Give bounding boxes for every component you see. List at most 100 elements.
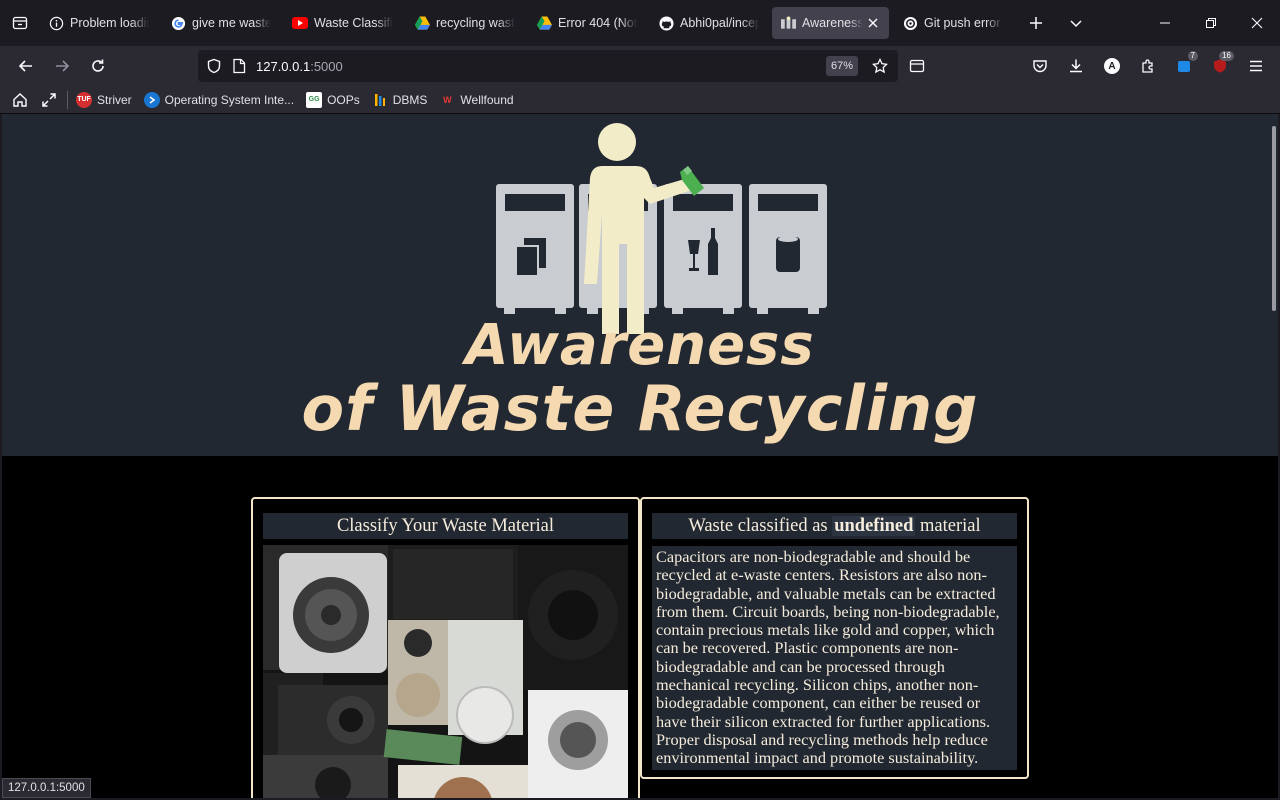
tab-bar: Problem loadin give me waste Waste Class… xyxy=(0,0,1280,46)
can-bin-icon xyxy=(749,184,827,314)
url-host: 127.0.0.1 xyxy=(256,58,311,74)
hamburger-menu-icon xyxy=(1250,60,1262,72)
toolbar-right-icons: A 7 16 xyxy=(1022,46,1280,86)
bookmark-dbms[interactable]: DBMS xyxy=(372,88,428,112)
tab-title: recycling waste xyxy=(436,16,515,30)
extension-badge-count: 7 xyxy=(1187,51,1198,61)
page-scrollbar[interactable] xyxy=(1272,126,1276,311)
restore-button[interactable] xyxy=(1188,0,1234,46)
sidebar-layout-icon xyxy=(909,59,925,73)
pocket-icon xyxy=(1033,60,1047,73)
os-icon xyxy=(143,91,160,108)
info-icon xyxy=(48,15,64,31)
reload-icon xyxy=(92,59,104,72)
tab-drive-error[interactable]: Error 404 (Not xyxy=(528,7,645,39)
hero-title-line1: Awareness xyxy=(465,313,815,378)
back-button[interactable] xyxy=(8,50,44,82)
shield-icon[interactable] xyxy=(206,58,222,74)
puzzle-icon xyxy=(1142,59,1153,73)
hero-title-line2: of Waste Recycling xyxy=(301,372,979,445)
tab-title: Waste Classific xyxy=(314,16,393,30)
page-viewport[interactable]: Awareness of Waste Recycling Classify Yo… xyxy=(2,114,1278,798)
gfg-icon: GG xyxy=(306,91,323,108)
bookmark-label: Striver xyxy=(97,92,132,107)
tab-problem-loading[interactable]: Problem loadin xyxy=(40,7,157,39)
speakers-photo xyxy=(263,545,628,798)
home-icon xyxy=(13,92,27,107)
tab-awareness-active[interactable]: Awareness c xyxy=(772,7,889,39)
home-button[interactable] xyxy=(5,84,35,116)
minimize-icon xyxy=(1160,22,1170,24)
tab-google-search[interactable]: give me waste xyxy=(162,7,279,39)
bookmark-label: DBMS xyxy=(392,92,428,107)
recycle-page-icon xyxy=(780,15,796,31)
bookmark-operating-system[interactable]: Operating System Inte... xyxy=(143,88,295,112)
tab-drive-recycling[interactable]: recycling waste xyxy=(406,7,523,39)
extension-button-2[interactable]: 16 xyxy=(1202,50,1238,82)
tab-title: Git push error f xyxy=(924,16,1003,30)
bookmark-star-icon[interactable] xyxy=(872,58,888,74)
download-icon xyxy=(1070,59,1082,73)
classify-heading: Classify Your Waste Material xyxy=(263,513,628,539)
bookmark-oops[interactable]: GG OOPs xyxy=(306,88,360,112)
classify-card: Classify Your Waste Material xyxy=(251,497,640,798)
extension-button-1[interactable]: 7 xyxy=(1166,50,1202,82)
zoom-level-badge[interactable]: 67% xyxy=(825,56,858,76)
list-all-tabs-button[interactable] xyxy=(1056,7,1096,39)
openai-icon xyxy=(902,15,918,31)
bookmark-label: OOPs xyxy=(327,92,360,107)
navigation-toolbar: 127.0.0.1:5000 67% A 7 16 xyxy=(0,46,1280,86)
youtube-icon xyxy=(292,15,308,31)
toolbar-separator xyxy=(67,90,68,109)
tab-git-push-error[interactable]: Git push error f xyxy=(894,7,1011,39)
tab-title: Problem loadin xyxy=(70,16,149,30)
minimize-button[interactable] xyxy=(1142,0,1188,46)
drive-icon xyxy=(536,15,552,31)
firefox-view-icon xyxy=(12,16,28,30)
tab-title: give me waste xyxy=(192,16,271,30)
github-icon xyxy=(658,15,674,31)
status-url-tooltip: 127.0.0.1:5000 xyxy=(2,778,91,798)
pocket-button[interactable] xyxy=(1022,50,1058,82)
bookmarks-toolbar: TUF Striver Operating System Inte... GG … xyxy=(0,86,1280,114)
paper-bin-icon xyxy=(496,184,574,314)
reload-button[interactable] xyxy=(80,50,116,82)
result-heading-prefix: Waste classified as xyxy=(688,516,833,536)
bookmark-wellfound[interactable]: W Wellfound xyxy=(439,88,513,112)
new-tab-button[interactable] xyxy=(1016,7,1056,39)
reader-view-button[interactable] xyxy=(899,50,935,82)
glass-bin-icon xyxy=(664,184,742,314)
tab-github[interactable]: Abhi0pal/incep xyxy=(650,7,767,39)
page-icon[interactable] xyxy=(232,58,246,74)
firefox-view-button[interactable] xyxy=(0,0,40,46)
forward-arrow-icon xyxy=(56,60,70,72)
hero-banner: Awareness of Waste Recycling xyxy=(2,114,1278,456)
extensions-button[interactable] xyxy=(1130,50,1166,82)
extension-badge-count: 16 xyxy=(1219,51,1234,61)
uploaded-waste-image[interactable] xyxy=(263,545,628,798)
extension-blue-icon xyxy=(1178,61,1190,72)
close-tab-icon[interactable] xyxy=(865,15,881,31)
tab-youtube[interactable]: Waste Classific xyxy=(284,7,401,39)
google-icon xyxy=(170,15,186,31)
window-controls xyxy=(1142,0,1280,46)
bookmark-label: Operating System Inte... xyxy=(164,92,295,107)
url-text[interactable]: 127.0.0.1:5000 xyxy=(256,59,343,74)
close-icon xyxy=(1251,17,1263,29)
close-window-button[interactable] xyxy=(1234,0,1280,46)
wellfound-icon: W xyxy=(443,94,452,105)
bookmark-striver[interactable]: TUF Striver xyxy=(76,88,132,112)
tuf-icon: TUF xyxy=(76,91,92,108)
plus-icon xyxy=(1030,17,1042,29)
address-bar[interactable]: 127.0.0.1:5000 67% xyxy=(198,50,898,82)
result-description: Capacitors are non-biodegradable and sho… xyxy=(652,546,1017,770)
expand-icon xyxy=(42,92,56,107)
account-button[interactable]: A xyxy=(1094,50,1130,82)
back-arrow-icon xyxy=(18,60,32,72)
account-avatar: A xyxy=(1104,58,1120,74)
downloads-button[interactable] xyxy=(1058,50,1094,82)
app-menu-button[interactable] xyxy=(1238,50,1274,82)
tab-title: Abhi0pal/incep xyxy=(680,16,759,30)
forward-button[interactable] xyxy=(44,50,80,82)
fullscreen-button[interactable] xyxy=(35,84,63,116)
